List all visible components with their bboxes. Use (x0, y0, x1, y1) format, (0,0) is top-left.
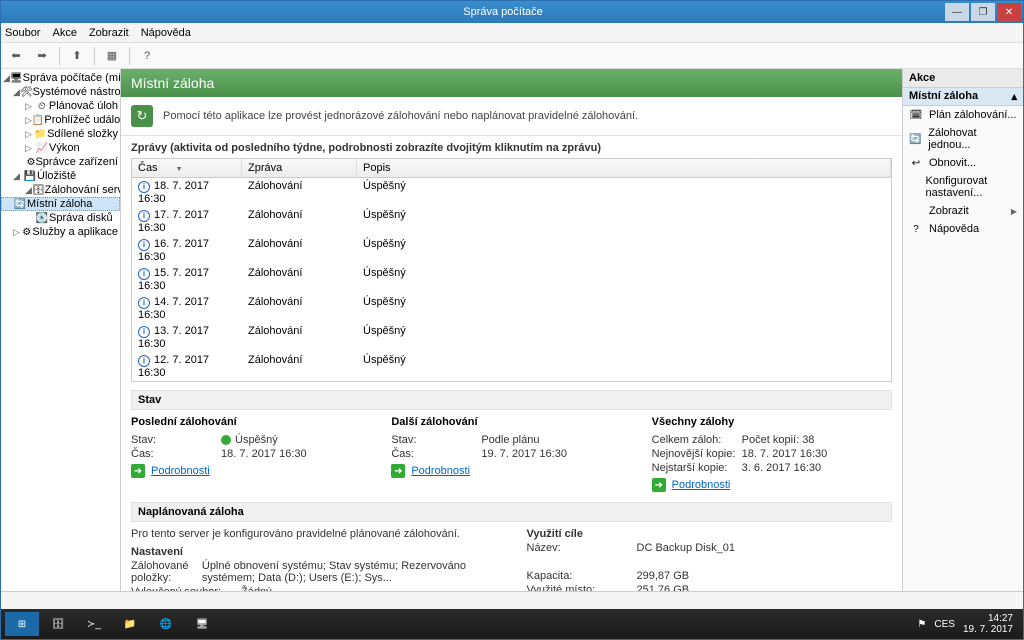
taskbar-compmgmt[interactable]: 🖥 (185, 612, 219, 636)
actions-heading: Akce (903, 69, 1023, 88)
minimize-button[interactable]: — (945, 3, 969, 21)
tree-local-backup[interactable]: 🔄Místní záloha (1, 197, 120, 211)
table-row[interactable]: i14. 7. 2017 16:30ZálohováníÚspěšný (132, 294, 891, 323)
last-backup-section: Poslední zálohování Stav:Úspěšný Čas:18.… (131, 416, 371, 492)
success-icon (221, 435, 231, 445)
action-backup-once[interactable]: 🔄Zálohovat jednou... (903, 124, 1023, 154)
up-button[interactable]: ⬆ (66, 46, 88, 66)
taskbar-explorer[interactable]: 📁 (113, 612, 147, 636)
reports-header-row: Čas Zpráva Popis (132, 159, 891, 178)
tree-devmgr[interactable]: ⚙Správce zařízení (1, 155, 120, 169)
tree-wbserver[interactable]: ◢🗄Zálohování serveru (1, 183, 120, 197)
backup-once-icon: 🔄 (909, 134, 922, 145)
restore-icon: ↩ (909, 158, 923, 169)
arrow-icon: ➜ (652, 478, 666, 492)
menubar: Soubor Akce Zobrazit Nápověda (1, 23, 1023, 43)
chevron-up-icon[interactable]: ▴ (1011, 90, 1017, 103)
info-icon: i (138, 181, 150, 193)
maximize-button[interactable]: ❐ (971, 3, 995, 21)
menu-view[interactable]: Zobrazit (89, 27, 129, 39)
taskbar-powershell[interactable]: ≻_ (77, 612, 111, 636)
table-row[interactable]: i15. 7. 2017 16:30ZálohováníÚspěšný (132, 265, 891, 294)
actions-subheading: Místní záloha▴ (903, 88, 1023, 106)
action-restore[interactable]: ↩Obnovit... (903, 154, 1023, 172)
table-row[interactable]: i12. 7. 2017 16:30ZálohováníÚspěšný (132, 352, 891, 381)
next-details-link[interactable]: Podrobnosti (411, 465, 470, 477)
info-icon: i (138, 355, 150, 367)
taskbar-server-manager[interactable]: 🗄 (41, 612, 75, 636)
tree-disks[interactable]: 💽Správa disků (1, 211, 120, 225)
next-backup-section: Další zálohování Stav:Podle plánu Čas:19… (391, 416, 631, 492)
tree-system-tools[interactable]: ◢🛠Systémové nástroje (1, 85, 120, 99)
tree-storage[interactable]: ◢💾Úložiště (1, 169, 120, 183)
tree-shared[interactable]: ▷📁Sdílené složky (1, 127, 120, 141)
last-backup-title: Poslední zálohování (131, 416, 371, 428)
last-details-link[interactable]: Podrobnosti (151, 465, 210, 477)
chevron-right-icon: ▶ (1011, 207, 1017, 216)
tree-root[interactable]: ◢🖥Správa počítače (místní) (1, 71, 120, 85)
tray-lang[interactable]: CES (934, 619, 955, 630)
window-title: Správa počítače (61, 6, 945, 18)
table-row[interactable]: i17. 7. 2017 16:30ZálohováníÚspěšný (132, 207, 891, 236)
action-view[interactable]: Zobrazit▶ (903, 202, 1023, 220)
help-icon: ? (909, 224, 923, 235)
col-msg[interactable]: Zpráva (242, 159, 357, 177)
all-details-link[interactable]: Podrobnosti (672, 479, 731, 491)
app-window: Správa počítače — ❐ ✕ Soubor Akce Zobraz… (0, 0, 1024, 640)
info-icon: i (138, 210, 150, 222)
tree-scheduler[interactable]: ▷⏲Plánovač úloh (1, 99, 120, 113)
menu-actions[interactable]: Akce (52, 27, 76, 39)
tray-flag-icon[interactable]: ⚑ (917, 619, 926, 630)
reports-table: Čas Zpráva Popis i18. 7. 2017 16:30Záloh… (131, 158, 892, 382)
menu-file[interactable]: Soubor (5, 27, 40, 39)
properties-button[interactable]: ▦ (101, 46, 123, 66)
col-time[interactable]: Čas (132, 159, 242, 177)
menu-help[interactable]: Nápověda (141, 27, 191, 39)
info-icon: i (138, 268, 150, 280)
page-description: ↻ Pomocí této aplikace lze provést jedno… (121, 97, 902, 136)
start-button[interactable]: ⊞ (5, 612, 39, 636)
all-backups-title: Všechny zálohy (652, 416, 892, 428)
nav-tree[interactable]: ◢🖥Správa počítače (místní) ◢🛠Systémové n… (1, 69, 121, 591)
table-row[interactable]: i18. 7. 2017 16:30ZálohováníÚspěšný (132, 178, 891, 207)
action-configure[interactable]: Konfigurovat nastavení... (903, 172, 1023, 202)
calendar-icon: 🗓 (909, 110, 923, 121)
taskbar: ⊞ 🗄 ≻_ 📁 🌐 🖥 ⚑ CES 14:27 19. 7. 2017 (1, 609, 1023, 639)
page-title: Místní záloha (121, 69, 902, 97)
info-icon: i (138, 297, 150, 309)
planned-settings: Pro tento server je konfigurováno pravid… (131, 528, 497, 591)
next-backup-title: Další zálohování (391, 416, 631, 428)
back-button[interactable]: ⬅ (5, 46, 27, 66)
action-help[interactable]: ?Nápověda (903, 220, 1023, 238)
arrow-icon: ➜ (131, 464, 145, 478)
planned-heading: Naplánovaná záloha (131, 502, 892, 522)
actions-pane: Akce Místní záloha▴ 🗓Plán zálohování... … (903, 69, 1023, 591)
backup-icon: ↻ (131, 105, 153, 127)
arrow-icon: ➜ (391, 464, 405, 478)
all-backups-section: Všechny zálohy Celkem záloh:Počet kopií:… (652, 416, 892, 492)
info-icon: i (138, 239, 150, 251)
info-icon: i (138, 326, 150, 338)
forward-button[interactable]: ➡ (31, 46, 53, 66)
planned-destination: Využití cíle Název:DC Backup Disk_01 Kap… (527, 528, 893, 591)
titlebar: Správa počítače — ❐ ✕ (1, 1, 1023, 23)
statusbar (1, 591, 1023, 609)
tray-clock[interactable]: 14:27 19. 7. 2017 (963, 613, 1013, 635)
help-button[interactable]: ? (136, 46, 158, 66)
reports-label: Zprávy (aktivita od posledního týdne, po… (121, 136, 902, 158)
tree-perf[interactable]: ▷📈Výkon (1, 141, 120, 155)
col-desc[interactable]: Popis (357, 159, 891, 177)
table-row[interactable]: i13. 7. 2017 16:30ZálohováníÚspěšný (132, 323, 891, 352)
toolbar: ⬅ ➡ ⬆ ▦ ? (1, 43, 1023, 69)
close-button[interactable]: ✕ (997, 3, 1021, 21)
status-heading: Stav (131, 390, 892, 410)
tree-services[interactable]: ▷⚙Služby a aplikace (1, 225, 120, 239)
content-pane: Místní záloha ↻ Pomocí této aplikace lze… (121, 69, 903, 591)
action-schedule[interactable]: 🗓Plán zálohování... (903, 106, 1023, 124)
taskbar-ie[interactable]: 🌐 (149, 612, 183, 636)
table-row[interactable]: i16. 7. 2017 16:30ZálohováníÚspěšný (132, 236, 891, 265)
tree-events[interactable]: ▷📋Prohlížeč událostí (1, 113, 120, 127)
